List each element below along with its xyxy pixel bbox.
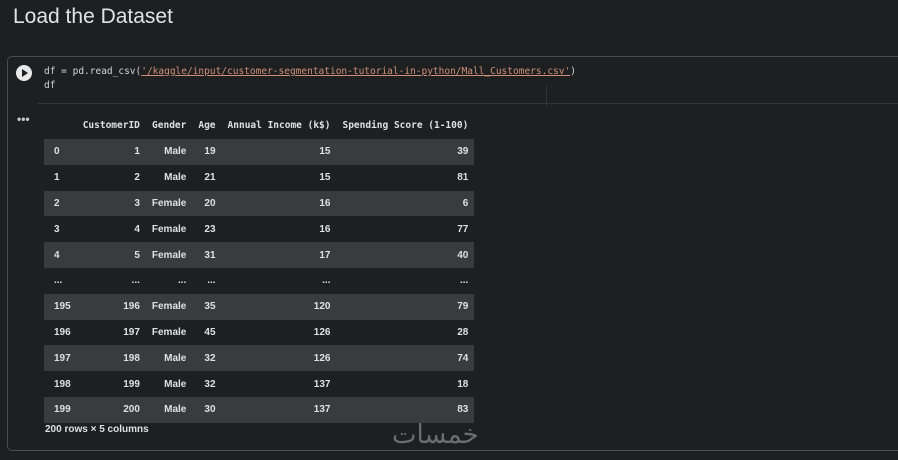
table-cell: 74 [336,345,475,372]
table-cell: 35 [192,293,222,320]
row-index: 195 [44,293,77,320]
table-caption: 200 rows × 5 columns [45,424,149,435]
table-cell: 2 [76,164,146,191]
table-cell: ... [221,267,337,294]
column-header: CustomerID [76,112,146,139]
table-row: 0 1 Male 19 15 39 [44,139,475,165]
table-cell: 3 [76,190,146,217]
table-cell: 4 [76,216,146,243]
table-cell: 18 [336,371,475,397]
column-header: Annual Income (k$) [221,112,337,139]
table-row: 2 3 Female 20 16 6 [44,190,475,217]
row-index: 199 [44,396,77,423]
table-cell: Male [145,164,193,191]
table-row: 4 5 Female 31 17 40 [44,242,475,268]
column-header: Age [192,112,222,139]
table-row: 3 4 Female 23 16 77 [44,216,475,243]
table-cell: 200 [76,396,146,423]
table-cell: 45 [192,319,222,346]
code-prefix: df = pd.read_csv( [44,66,142,77]
table-cell: 196 [76,293,146,320]
table-cell: 120 [221,293,337,320]
table-cell: 32 [192,345,222,372]
table-cell: 137 [221,396,337,423]
row-index: 198 [44,371,77,397]
section-heading: Load the Dataset [13,5,173,28]
table-cell: ... [145,267,193,294]
code-editor[interactable]: df = pd.read_csv('/kaggle/input/customer… [38,62,898,106]
table-cell: 19 [192,139,222,165]
table-cell: 32 [192,371,222,397]
table-cell: Male [145,371,193,397]
table-cell: 126 [221,345,337,372]
table-cell: 28 [336,319,475,346]
row-index: 196 [44,319,77,346]
row-index: 0 [44,139,77,165]
table-cell: 23 [192,216,222,243]
table-cell: Male [145,345,193,372]
table-header-row: CustomerID Gender Age Annual Income (k$)… [44,112,475,139]
table-cell: 137 [221,371,337,397]
row-index: 2 [44,190,77,217]
row-index: 197 [44,345,77,372]
table-cell: Female [145,319,193,346]
dataframe-table: CustomerID Gender Age Annual Income (k$)… [44,112,475,423]
row-index: ... [44,267,77,294]
row-index: 1 [44,164,77,191]
table-cell: ... [336,267,475,294]
table-cell: 20 [192,190,222,217]
table-cell: 39 [336,139,475,165]
table-row: 198 199 Male 32 137 18 [44,371,475,397]
table-cell: 126 [221,319,337,346]
table-cell: Male [145,396,193,423]
table-cell: 6 [336,190,475,217]
table-cell: 31 [192,242,222,268]
table-cell: 15 [221,139,337,165]
table-cell: 17 [221,242,337,268]
file-path-string: '/kaggle/input/customer-segmentation-tut… [141,66,571,77]
table-cell: 199 [76,371,146,397]
code-line-2: df [44,80,56,91]
table-cell: 40 [336,242,475,268]
row-index: 4 [44,242,77,268]
table-cell: Female [145,242,193,268]
column-header: Gender [145,112,193,139]
table-cell: 16 [221,216,337,243]
table-cell: Female [145,216,193,243]
row-index: 3 [44,216,77,243]
table-row: 195 196 Female 35 120 79 [44,293,475,320]
table-cell: 197 [76,319,146,346]
table-cell: 5 [76,242,146,268]
table-row: 199 200 Male 30 137 83 [44,396,475,423]
column-header [44,112,77,139]
table-cell: 30 [192,396,222,423]
table-cell: 81 [336,164,475,191]
run-cell-button[interactable] [16,65,32,81]
code-line-1: df = pd.read_csv('/kaggle/input/customer… [44,66,576,77]
table-cell: 83 [336,396,475,423]
ellipsis-icon[interactable]: ••• [17,112,30,126]
code-cell[interactable]: df = pd.read_csv('/kaggle/input/customer… [7,56,898,451]
table-cell: ... [192,267,222,294]
table-row: 1 2 Male 21 15 81 [44,164,475,191]
table-cell: 79 [336,293,475,320]
table-cell: 1 [76,139,146,165]
table-cell: Female [145,293,193,320]
table-cell: 77 [336,216,475,243]
table-row: 197 198 Male 32 126 74 [44,345,475,372]
watermark-logo: خمسات [392,420,479,450]
table-cell: 21 [192,164,222,191]
table-row: 196 197 Female 45 126 28 [44,319,475,346]
table-cell: 198 [76,345,146,372]
code-suffix: ) [570,66,576,77]
editor-divider [546,86,547,106]
column-header: Spending Score (1-100) [336,112,475,139]
table-cell: Female [145,190,193,217]
table-row: .................. [44,267,475,294]
table-cell: ... [76,267,146,294]
table-cell: Male [145,139,193,165]
table-cell: 16 [221,190,337,217]
table-cell: 15 [221,164,337,191]
